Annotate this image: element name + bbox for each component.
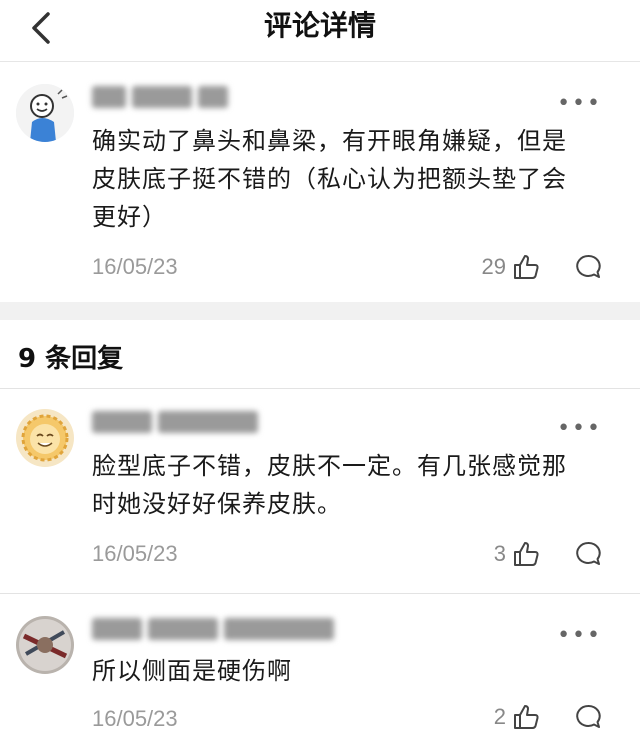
comment-line: 脸型底子不错，皮肤不一定。有几张感觉那 bbox=[92, 452, 567, 480]
thumbs-up-icon bbox=[514, 705, 539, 729]
reply-item: ••• 所以侧面是硬伤啊 16/05/23 2 bbox=[0, 594, 640, 731]
comment-text: 所以侧面是硬伤啊 bbox=[92, 652, 602, 690]
like-count: 3 bbox=[493, 541, 506, 566]
like-button[interactable]: 2 bbox=[494, 702, 540, 731]
like-button[interactable]: 3 bbox=[494, 539, 540, 569]
like-count: 29 bbox=[481, 254, 506, 279]
comment-line: 确实动了鼻头和鼻梁，有开眼角嫌疑，但是 bbox=[92, 127, 567, 155]
comment-date: 16/05/23 bbox=[92, 254, 178, 279]
thumbs-up-icon bbox=[514, 255, 539, 279]
comment-date: 16/05/23 bbox=[92, 541, 178, 566]
comment-text: 确实动了鼻头和鼻梁，有开眼角嫌疑，但是 皮肤底子挺不错的（私心认为把额头垫了会 … bbox=[92, 122, 602, 236]
comment-line: 皮肤底子挺不错的（私心认为把额头垫了会 bbox=[92, 165, 567, 193]
reply-item: ••• 脸型底子不错，皮肤不一定。有几张感觉那 时她没好好保养皮肤。 16/05… bbox=[0, 389, 640, 593]
username-blurred bbox=[92, 618, 340, 644]
main-comment: ••• 确实动了鼻头和鼻梁，有开眼角嫌疑，但是 皮肤底子挺不错的（私心认为把额头… bbox=[0, 62, 640, 302]
comment-line: 更好） bbox=[92, 203, 167, 231]
username-blurred bbox=[92, 411, 264, 437]
more-dots-icon[interactable]: ••• bbox=[557, 93, 602, 115]
comment-bubble-icon[interactable] bbox=[574, 703, 602, 731]
comment-line: 时她没好好保养皮肤。 bbox=[92, 490, 342, 518]
avatar[interactable] bbox=[16, 409, 74, 467]
more-dots-icon[interactable]: ••• bbox=[557, 625, 602, 647]
comment-text: 脸型底子不错，皮肤不一定。有几张感觉那 时她没好好保养皮肤。 bbox=[92, 447, 602, 523]
comment-date: 16/05/23 bbox=[92, 706, 178, 731]
more-dots-icon[interactable]: ••• bbox=[557, 418, 602, 440]
avatar[interactable] bbox=[16, 84, 74, 142]
section-separator bbox=[0, 302, 640, 320]
like-count: 2 bbox=[493, 704, 506, 729]
top-navbar: 评论详情 bbox=[0, 0, 640, 62]
replies-count-heading: 9 条回复 bbox=[18, 344, 124, 374]
thumbs-up-icon bbox=[514, 542, 539, 566]
comment-bubble-icon[interactable] bbox=[574, 253, 602, 281]
avatar[interactable] bbox=[16, 616, 74, 674]
comment-bubble-icon[interactable] bbox=[574, 540, 602, 568]
like-button[interactable]: 29 bbox=[482, 252, 540, 282]
username-blurred bbox=[92, 86, 234, 112]
comment-line: 所以侧面是硬伤啊 bbox=[92, 657, 292, 685]
page-title: 评论详情 bbox=[263, 9, 376, 42]
